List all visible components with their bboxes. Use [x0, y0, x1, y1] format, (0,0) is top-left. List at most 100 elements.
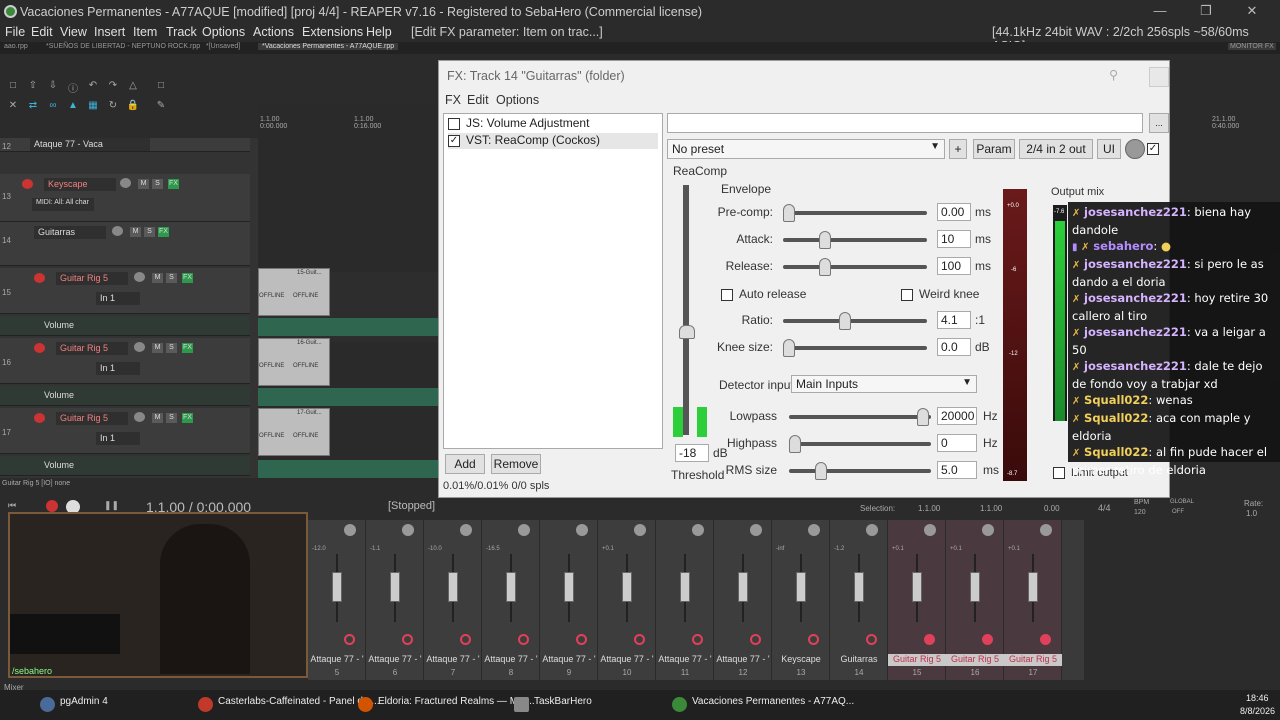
settings-icon[interactable]: ⓘ	[66, 80, 80, 95]
menu-insert[interactable]: Insert	[94, 25, 125, 39]
global-state[interactable]: OFF	[1172, 509, 1184, 515]
auto-release-option[interactable]: Auto release	[721, 287, 806, 301]
mixer-strip[interactable]: -10.0 Attaque 77 - ' 7	[424, 520, 482, 680]
pan-knob[interactable]	[344, 524, 356, 536]
ripple-icon[interactable]: ⇄	[26, 100, 40, 112]
fx-button[interactable]: FX	[182, 343, 193, 353]
close-button[interactable]: ✕	[1238, 3, 1266, 21]
record-arm-icon[interactable]	[750, 634, 761, 645]
track-header[interactable]: 13 Keyscape M S FX MIDI: All: All char	[0, 174, 250, 222]
pan-knob[interactable]	[808, 524, 820, 536]
volume-fader[interactable]	[564, 572, 574, 602]
precomp-value[interactable]: 0.00	[937, 203, 971, 221]
redo-icon[interactable]: ↷	[106, 80, 120, 92]
lowpass-slider[interactable]	[789, 415, 931, 419]
selection-length[interactable]: 0.00	[1044, 504, 1060, 513]
track-name[interactable]: Guitar Rig 5	[56, 342, 128, 355]
mixer-strip[interactable]: +0.1 Attaque 77 - ' 10	[598, 520, 656, 680]
midi-input[interactable]: MIDI: All: All char	[32, 198, 94, 211]
highpass-slider[interactable]	[789, 442, 931, 446]
volume-envelope-lane[interactable]	[258, 460, 440, 478]
lowpass-value[interactable]: 20000	[937, 407, 977, 425]
minimize-button[interactable]: —	[1146, 3, 1174, 21]
mute-button[interactable]: M	[152, 343, 163, 353]
add-fx-button[interactable]: Add	[445, 454, 485, 474]
volume-fader[interactable]	[680, 572, 690, 602]
strip-name[interactable]: Attaque 77 - '	[482, 654, 540, 666]
open-icon[interactable]: ⇧	[26, 80, 40, 92]
volume-envelope-lane[interactable]	[258, 318, 440, 336]
wet-knob[interactable]	[1125, 139, 1145, 159]
release-value[interactable]: 100	[937, 257, 971, 275]
ui-button[interactable]: UI	[1097, 139, 1121, 159]
mute-button[interactable]: M	[152, 413, 163, 423]
strip-name[interactable]: Guitar Rig 5	[888, 654, 946, 666]
taskbar-app[interactable]: Eldoria: Fractured Realms — MM...	[358, 696, 535, 714]
strip-name[interactable]: Attaque 77 - '	[540, 654, 598, 666]
attack-value[interactable]: 10	[937, 230, 971, 248]
volume-fader[interactable]	[622, 572, 632, 602]
pan-knob[interactable]	[402, 524, 414, 536]
record-arm-button[interactable]	[34, 413, 45, 423]
pan-knob[interactable]	[634, 524, 646, 536]
envelope-header[interactable]: Volume	[0, 316, 250, 336]
mute-button[interactable]: M	[130, 227, 141, 237]
menu-edit[interactable]: Edit	[31, 25, 53, 39]
ratio-value[interactable]: 4.1	[937, 311, 971, 329]
record-arm-icon[interactable]	[576, 634, 587, 645]
volume-fader[interactable]	[390, 572, 400, 602]
record-arm-icon[interactable]	[634, 634, 645, 645]
knee-value[interactable]: 0.0	[937, 338, 971, 356]
record-arm-icon[interactable]	[460, 634, 471, 645]
save-icon[interactable]: ⇩	[46, 80, 60, 92]
solo-button[interactable]: S	[144, 227, 155, 237]
record-arm-icon[interactable]	[866, 634, 877, 645]
attack-thumb[interactable]	[819, 231, 831, 249]
solo-button[interactable]: S	[166, 343, 177, 353]
pan-knob[interactable]	[750, 524, 762, 536]
project-tab[interactable]: *[Unsaved]	[206, 43, 240, 50]
taskbar-app-active[interactable]: Vacaciones Permanentes - A77AQ...	[672, 696, 854, 714]
strip-name[interactable]: Guitar Rig 5	[946, 654, 1004, 666]
input-select[interactable]: In 1	[96, 432, 140, 445]
ratio-slider[interactable]	[783, 319, 927, 323]
mixer-strip[interactable]: -inf Keyscape 13	[772, 520, 830, 680]
preset-select[interactable]: No preset ▼	[667, 139, 945, 159]
strip-name[interactable]: Attaque 77 - '	[424, 654, 482, 666]
strip-name[interactable]: Attaque 77 - '	[656, 654, 714, 666]
menu-file[interactable]: File	[5, 25, 25, 39]
rate-value[interactable]: 1.0	[1246, 509, 1257, 518]
param-button[interactable]: Param	[973, 139, 1015, 159]
taskbar-app[interactable]: TaskBarHero	[514, 696, 592, 714]
strip-name[interactable]: Guitar Rig 5	[1004, 654, 1062, 666]
volume-knob[interactable]	[134, 272, 145, 282]
strip-name[interactable]: Keyscape	[772, 654, 830, 666]
media-item[interactable]: 16-Guit... OFFLINE OFFLINE	[258, 338, 330, 386]
solo-button[interactable]: S	[166, 413, 177, 423]
track-header[interactable]: 12 Ataque 77 - Vaca	[0, 138, 250, 152]
media-item[interactable]: 17-Guit... OFFLINE OFFLINE	[258, 408, 330, 456]
pan-knob[interactable]	[982, 524, 994, 536]
trim-icon[interactable]: ✕	[6, 100, 20, 112]
pin-icon[interactable]: ⚲	[1109, 67, 1118, 82]
mixer-strip[interactable]: -1.1 Attaque 77 - ' 6	[366, 520, 424, 680]
fx-button[interactable]: FX	[182, 413, 193, 423]
monitor-fx-button[interactable]: MONITOR FX	[1228, 43, 1276, 50]
mixer-strip[interactable]: Attaque 77 - ' 12	[714, 520, 772, 680]
record-arm-icon[interactable]	[924, 634, 935, 645]
input-select[interactable]: In 1	[96, 362, 140, 375]
menu-track[interactable]: Track	[166, 25, 197, 39]
clock-time[interactable]: 18:46	[1246, 693, 1269, 703]
mixer-strip[interactable]: +0.1 Guitar Rig 5 17	[1004, 520, 1062, 680]
limit-output-checkbox[interactable]	[1053, 467, 1065, 480]
threshold-thumb[interactable]	[679, 325, 695, 339]
precomp-thumb[interactable]	[783, 204, 795, 222]
rms-slider[interactable]	[789, 469, 931, 473]
knee-thumb[interactable]	[783, 339, 795, 357]
fx-menu-options[interactable]: Options	[496, 93, 539, 107]
record-arm-icon[interactable]	[1040, 634, 1051, 645]
track-name[interactable]: Guitar Rig 5	[56, 412, 128, 425]
time-signature[interactable]: 4/4	[1098, 503, 1111, 513]
clock-date[interactable]: 8/8/2026	[1240, 706, 1275, 716]
volume-fader[interactable]	[970, 572, 980, 602]
